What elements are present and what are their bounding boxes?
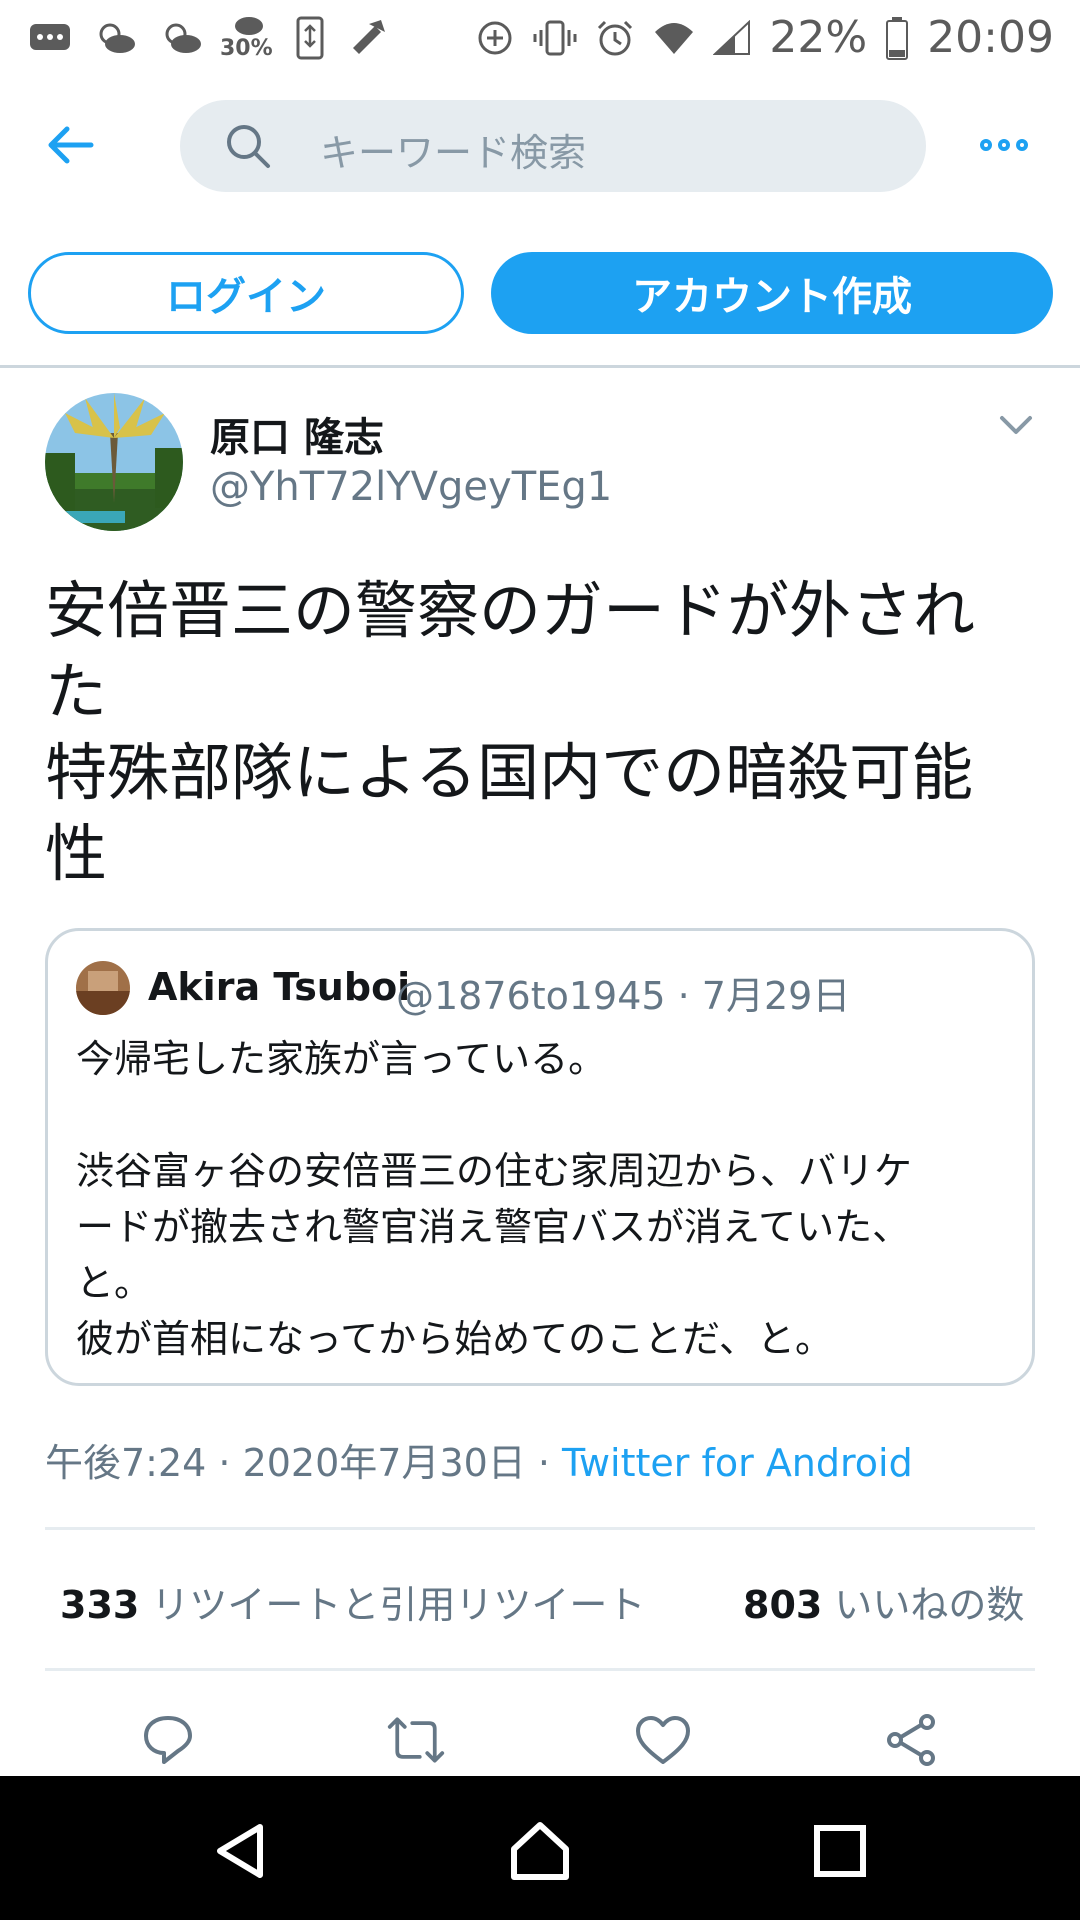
timestamp-text: 午後7:24 · 2020年7月30日 · bbox=[45, 1441, 563, 1485]
reply-button[interactable] bbox=[138, 1710, 198, 1770]
nav-back-icon bbox=[217, 1824, 263, 1878]
retweet-stats[interactable]: 333 リツイートと引用リツイート bbox=[60, 1574, 645, 1629]
back-button[interactable] bbox=[40, 117, 100, 173]
weather-percent: 30% bbox=[220, 36, 273, 61]
tweet-timestamp: 午後7:24 · 2020年7月30日 · Twitter for Androi… bbox=[45, 1432, 913, 1487]
cloudy-icon bbox=[160, 20, 204, 56]
quoted-avatar bbox=[76, 961, 130, 1015]
cloudy-icon bbox=[94, 20, 138, 56]
search-icon bbox=[224, 122, 272, 174]
search-placeholder: キーワード検索 bbox=[320, 131, 587, 175]
nav-back-button[interactable] bbox=[195, 1806, 285, 1896]
tweet-actions bbox=[0, 1700, 1080, 1780]
divider bbox=[45, 1668, 1035, 1671]
more-icon bbox=[980, 139, 992, 151]
like-label: いいねの数 bbox=[822, 1583, 1025, 1627]
signal-icon bbox=[713, 19, 751, 56]
vibrate-icon bbox=[533, 18, 577, 58]
retweet-icon bbox=[387, 1717, 445, 1763]
retweet-count: 333 bbox=[60, 1583, 140, 1627]
top-bar: キーワード検索 bbox=[0, 95, 1080, 195]
quoted-tweet[interactable]: Akira Tsuboi @1876to1945 · 7月29日 今帰宅した家族… bbox=[45, 928, 1035, 1386]
back-arrow-icon bbox=[48, 126, 94, 164]
more-icon-dot bbox=[998, 139, 1010, 151]
tweet-source-link[interactable]: Twitter for Android bbox=[562, 1441, 913, 1485]
battery-percent: 22% bbox=[769, 12, 868, 63]
quoted-meta: @1876to1945 · 7月29日 bbox=[396, 974, 851, 1018]
create-account-button[interactable]: アカウント作成 bbox=[491, 252, 1053, 334]
reply-icon bbox=[144, 1716, 192, 1764]
data-saver-icon bbox=[475, 18, 515, 58]
search-bar[interactable]: キーワード検索 bbox=[180, 100, 926, 192]
nav-home-icon bbox=[511, 1822, 569, 1880]
messages-icon bbox=[28, 20, 72, 56]
rain-chance-icon: 30% bbox=[220, 14, 273, 61]
tweet-menu-button[interactable] bbox=[996, 410, 1036, 440]
status-bar: 30% 22% 20:09 bbox=[0, 0, 1080, 75]
nav-recents-button[interactable] bbox=[795, 1806, 885, 1896]
author-handle[interactable]: @YhT72lYVgeyTEg1 bbox=[210, 464, 612, 510]
quoted-author-name: Akira Tsuboi bbox=[148, 965, 411, 1009]
share-button[interactable] bbox=[881, 1710, 941, 1770]
avatar[interactable] bbox=[45, 393, 183, 531]
phone-update-icon bbox=[295, 16, 325, 60]
tools-icon bbox=[347, 18, 387, 58]
battery-icon bbox=[885, 16, 909, 60]
divider bbox=[0, 365, 1080, 368]
login-button[interactable]: ログイン bbox=[28, 252, 464, 334]
retweet-button[interactable] bbox=[386, 1710, 446, 1770]
share-icon bbox=[887, 1714, 935, 1766]
divider bbox=[45, 1527, 1035, 1530]
more-icon-dot bbox=[1016, 139, 1028, 151]
like-icon bbox=[636, 1716, 690, 1764]
chevron-down-icon bbox=[1000, 416, 1032, 434]
like-count: 803 bbox=[743, 1583, 823, 1627]
tweet-text: 安倍晋三の警察のガードが外され た 特殊部隊による国内での暗殺可能 性 bbox=[45, 574, 976, 890]
like-stats[interactable]: 803 いいねの数 bbox=[743, 1574, 1024, 1629]
alarm-icon bbox=[595, 18, 635, 58]
nav-home-button[interactable] bbox=[495, 1806, 585, 1896]
system-nav-bar bbox=[0, 1776, 1080, 1920]
more-options-button[interactable] bbox=[980, 133, 1036, 157]
author-name[interactable]: 原口 隆志 bbox=[210, 405, 384, 463]
wifi-icon bbox=[653, 20, 695, 56]
nav-recents-icon bbox=[814, 1825, 866, 1877]
like-button[interactable] bbox=[633, 1710, 693, 1770]
quoted-text: 今帰宅した家族が言っている。 渋谷富ヶ谷の安倍晋三の住む家周辺から、バリケ ード… bbox=[76, 1037, 913, 1361]
retweet-label: リツイートと引用リツイート bbox=[139, 1583, 646, 1627]
clock: 20:09 bbox=[927, 12, 1054, 63]
